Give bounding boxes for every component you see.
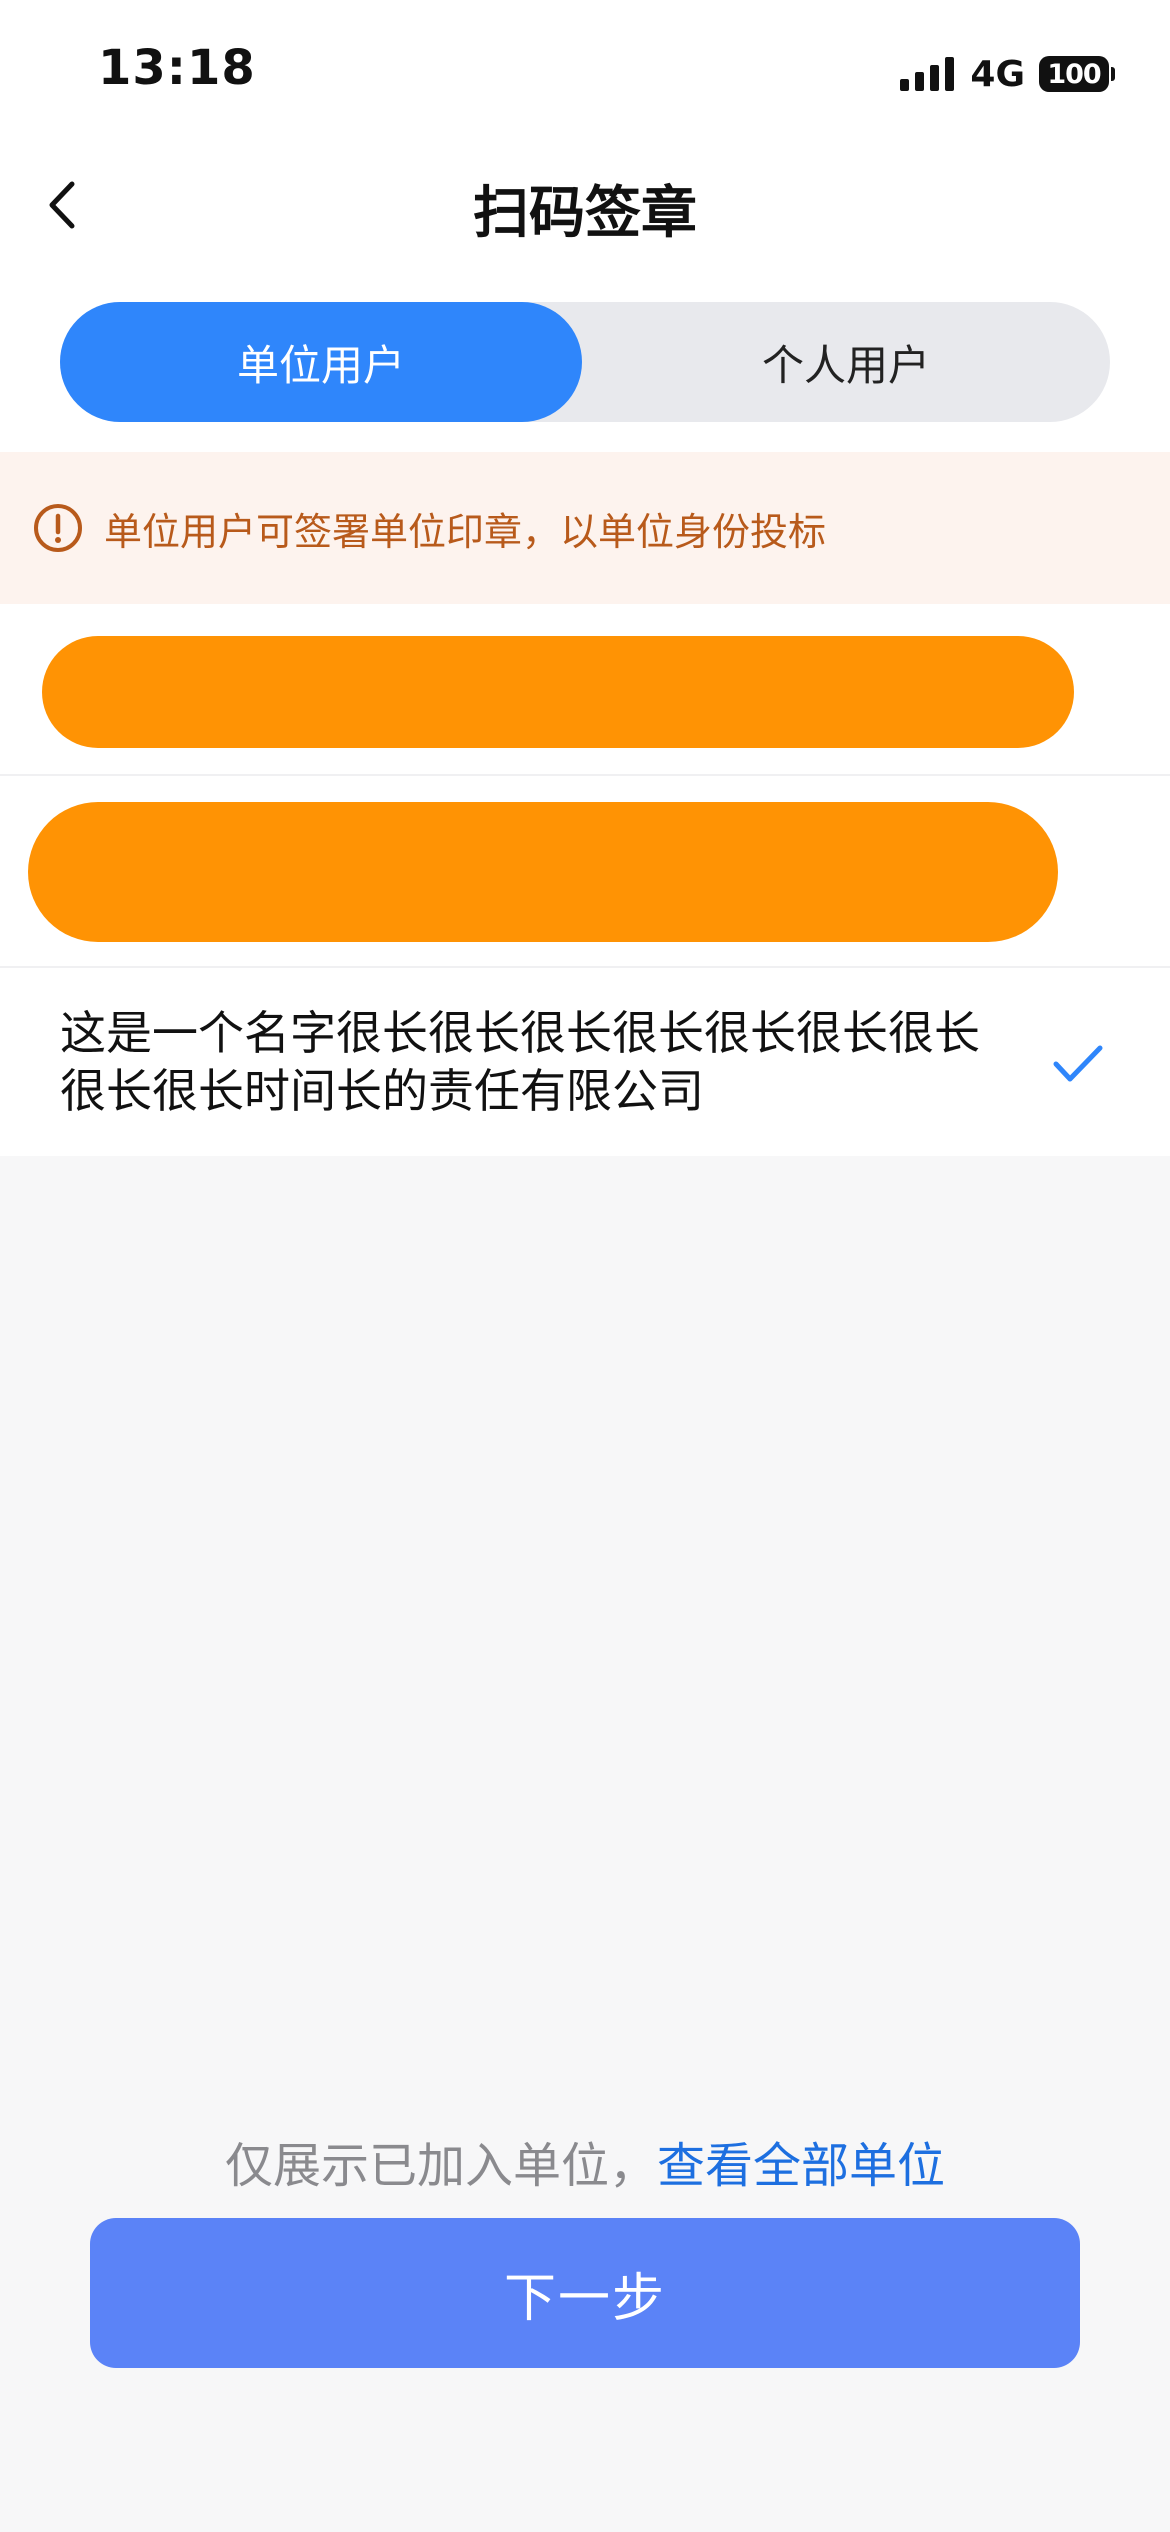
redacted-company-name	[42, 636, 1074, 748]
notice-banner: 单位用户可签署单位印章，以单位身份投标	[0, 452, 1170, 604]
battery-level: 100	[1039, 56, 1109, 92]
user-type-switch: 单位用户 个人用户	[60, 302, 1110, 422]
network-type: 4G	[970, 53, 1025, 95]
tab-unit-user[interactable]: 单位用户	[60, 302, 582, 422]
battery-icon: 100	[1039, 56, 1115, 92]
company-list: 这是一个名字很长很长很长很长很长很长很长很长很长时间长的责任有限公司	[0, 604, 1170, 1156]
view-all-units-link[interactable]: 查看全部单位	[657, 2138, 945, 2194]
notice-text: 单位用户可签署单位印章，以单位身份投标	[104, 509, 827, 554]
list-item[interactable]	[0, 776, 1170, 968]
company-name: 这是一个名字很长很长很长很长很长很长很长很长很长时间长的责任有限公司	[60, 1006, 980, 1118]
signal-icon	[900, 57, 955, 91]
list-item[interactable]	[0, 604, 1170, 776]
footer-hint: 仅展示已加入单位，查看全部单位	[0, 2126, 1170, 2196]
tab-personal-user[interactable]: 个人用户	[582, 302, 1110, 422]
page-title: 扫码签章	[473, 181, 697, 246]
hint-text: 仅展示已加入单位，	[224, 2138, 657, 2194]
next-button[interactable]: 下一步	[90, 2218, 1080, 2368]
info-icon	[34, 504, 82, 552]
redacted-company-name	[28, 802, 1058, 942]
checkmark-icon	[1053, 1045, 1103, 1082]
status-time: 13:18	[98, 40, 256, 96]
list-item-selected[interactable]: 这是一个名字很长很长很长很长很长很长很长很长很长时间长的责任有限公司	[0, 968, 1170, 1156]
status-indicators: 4G 100	[900, 53, 1115, 95]
